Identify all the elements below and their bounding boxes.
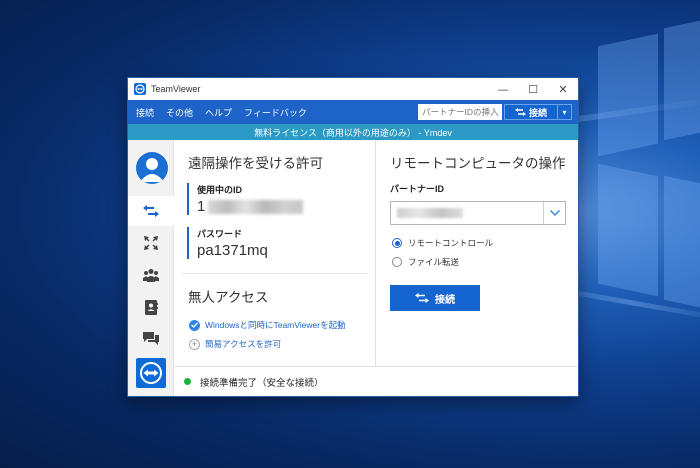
windows-logo-pane xyxy=(598,163,658,297)
user-avatar-icon[interactable] xyxy=(136,152,168,184)
sidebar xyxy=(128,140,174,396)
start-with-windows-option[interactable]: Windowsと同時にTeamViewerを起動 xyxy=(189,319,346,331)
title-bar[interactable]: TeamViewer — ☐ ✕ xyxy=(128,78,578,100)
swap-arrows-icon xyxy=(514,108,526,116)
connect-button-label: 接続 xyxy=(435,294,455,306)
id-value-redacted xyxy=(208,200,304,215)
menu-bar: 接続 その他 ヘルプ フィードバック 接続 ▾ xyxy=(128,100,578,124)
partner-id-combobox[interactable] xyxy=(390,201,566,225)
windows-logo-pane xyxy=(598,33,658,157)
control-remote-title: リモートコンピュータの操作 xyxy=(390,156,566,171)
teamviewer-window: TeamViewer — ☐ ✕ 接続 その他 ヘルプ フィードバック 接続 ▾… xyxy=(128,78,578,396)
file-transfer-radio-label: ファイル転送 xyxy=(408,257,460,267)
menu-connect[interactable]: 接続 xyxy=(136,106,154,119)
group-icon xyxy=(143,269,159,282)
remote-control-radio-label: リモートコントロール xyxy=(408,238,494,248)
remote-control-radio[interactable]: リモートコントロール xyxy=(392,237,493,249)
swap-arrows-icon xyxy=(143,205,159,217)
id-label: 使用中のID xyxy=(197,185,243,195)
quick-connect-button[interactable]: 接続 xyxy=(504,104,558,120)
contact-book-icon xyxy=(144,299,158,315)
chevron-down-icon[interactable] xyxy=(543,202,565,224)
control-remote-computer-panel: リモートコンピュータの操作 パートナーID リモートコントロール ファイル転送 … xyxy=(376,140,578,366)
menu-feedback[interactable]: フィードバック xyxy=(244,106,307,119)
sidebar-item-contacts[interactable] xyxy=(128,292,174,322)
sidebar-item-chat[interactable] xyxy=(128,324,174,354)
start-with-windows-label: Windowsと同時にTeamViewerを起動 xyxy=(205,320,346,330)
teamviewer-logo-icon xyxy=(134,83,146,95)
sidebar-item-community[interactable] xyxy=(128,260,174,290)
password-label: パスワード xyxy=(197,229,243,239)
allow-remote-title: 遠隔操作を受ける許可 xyxy=(188,156,323,171)
sidebar-item-remote-control[interactable] xyxy=(128,196,174,226)
allow-remote-control-panel: 遠隔操作を受ける許可 使用中のID 1 パスワード pa1371mq 無人アクセ… xyxy=(174,140,376,366)
plus-icon: + xyxy=(189,338,200,350)
status-text: 接続準備完了（安全な接続） xyxy=(200,377,324,389)
file-transfer-radio[interactable]: ファイル転送 xyxy=(392,256,459,268)
section-divider xyxy=(182,273,368,274)
swap-arrows-icon xyxy=(415,293,429,303)
easy-access-label: 簡易アクセスを許可 xyxy=(205,339,282,349)
window-title: TeamViewer xyxy=(151,84,201,94)
status-bar: 接続準備完了（安全な接続） xyxy=(174,366,578,396)
meeting-arrows-icon xyxy=(144,236,158,250)
chevron-down-icon[interactable]: ▾ xyxy=(558,104,572,120)
password-field: パスワード pa1371mq xyxy=(187,227,268,259)
radio-selected-icon xyxy=(392,238,402,248)
windows-logo-pane xyxy=(664,175,700,309)
license-bar: 無料ライセンス（商用以外の用途のみ） - Ymdev xyxy=(128,124,578,140)
quick-connect-label: 接続 xyxy=(528,108,547,119)
connect-button[interactable]: 接続 xyxy=(390,285,480,311)
radio-unselected-icon xyxy=(392,257,402,267)
chat-bubbles-icon xyxy=(143,332,159,345)
menu-help[interactable]: ヘルプ xyxy=(205,106,232,119)
minimize-button[interactable]: — xyxy=(488,78,518,100)
teamviewer-logo-icon[interactable] xyxy=(136,358,166,388)
id-value[interactable]: 1 xyxy=(197,198,205,215)
easy-access-option[interactable]: + 簡易アクセスを許可 xyxy=(189,338,281,350)
windows-logo-pane xyxy=(664,19,700,141)
check-icon xyxy=(189,319,200,331)
menu-other[interactable]: その他 xyxy=(166,106,193,119)
license-text: 無料ライセンス（商用以外の用途のみ） - Ymdev xyxy=(254,127,452,138)
unattended-access-title: 無人アクセス xyxy=(188,290,269,305)
password-value[interactable]: pa1371mq xyxy=(197,242,268,259)
partner-id-label: パートナーID xyxy=(390,184,445,194)
partner-id-redacted xyxy=(397,208,463,218)
sidebar-item-meeting[interactable] xyxy=(128,228,174,258)
partner-id-quick-input[interactable] xyxy=(418,104,502,120)
close-button[interactable]: ✕ xyxy=(548,78,578,100)
maximize-button[interactable]: ☐ xyxy=(518,78,548,100)
id-field: 使用中のID 1 xyxy=(187,183,304,215)
status-indicator-icon xyxy=(184,378,191,385)
